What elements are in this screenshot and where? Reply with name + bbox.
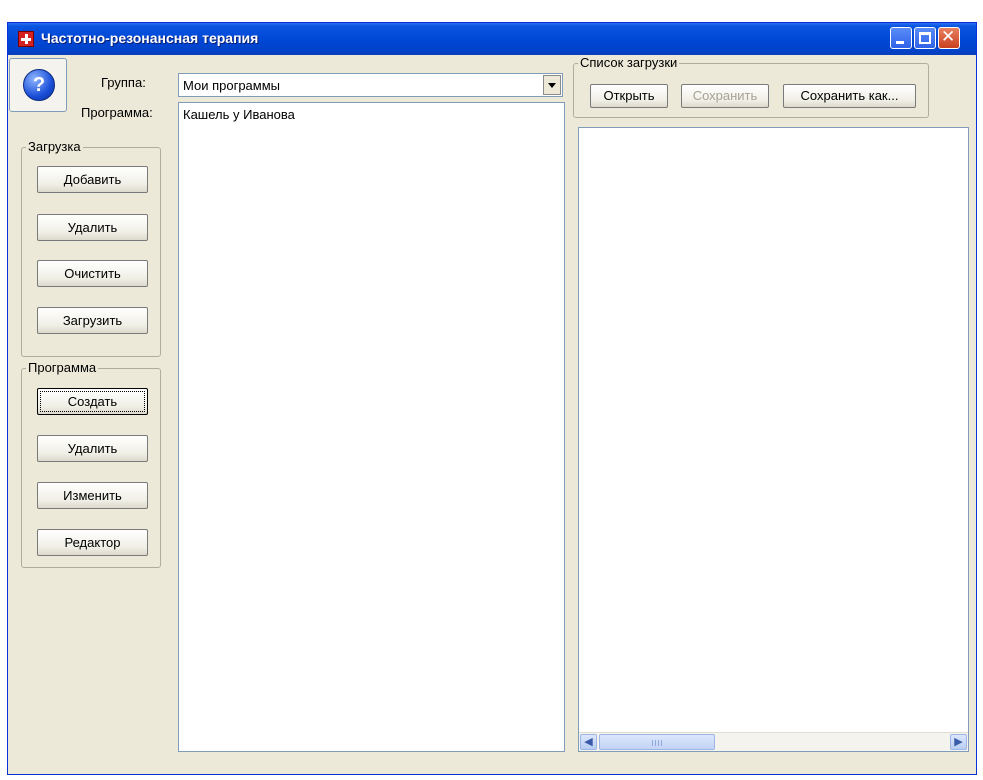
scroll-left-icon[interactable]: ◀ — [580, 734, 597, 750]
create-button[interactable]: Создать — [37, 388, 148, 415]
maximize-button[interactable] — [914, 27, 936, 49]
maximize-icon — [919, 32, 931, 44]
group-label: Группа: — [101, 75, 146, 90]
program-list[interactable]: Кашель у Иванова — [178, 102, 565, 752]
editor-button[interactable]: Редактор — [37, 529, 148, 556]
program-list-item[interactable]: Кашель у Иванова — [183, 107, 295, 122]
window-title: Частотно-резонансная терапия — [41, 30, 259, 46]
minimize-icon — [896, 41, 904, 44]
load-group-title: Загрузка — [26, 139, 83, 154]
program-group-title: Программа — [26, 360, 99, 375]
scrollbar-thumb[interactable] — [599, 734, 715, 750]
remove-from-load-button[interactable]: Удалить — [37, 214, 148, 241]
program-label: Программа: — [81, 105, 153, 120]
chevron-down-icon — [548, 83, 556, 88]
delete-program-button[interactable]: Удалить — [37, 435, 148, 462]
save-button[interactable]: Сохранить — [681, 84, 769, 108]
close-button[interactable]: ✕ — [938, 27, 960, 49]
title-bar[interactable]: Частотно-резонансная терапия ✕ — [8, 23, 976, 55]
help-button[interactable]: ? — [9, 58, 67, 112]
grip-icon — [652, 740, 662, 746]
load-button[interactable]: Загрузить — [37, 307, 148, 334]
load-list-title: Список загрузки — [578, 55, 680, 70]
open-button[interactable]: Открыть — [590, 84, 668, 108]
app-window: Частотно-резонансная терапия ✕ ? Группа:… — [7, 22, 977, 775]
close-icon: ✕ — [941, 27, 956, 47]
horizontal-scrollbar[interactable]: ◀ ▶ — [579, 732, 968, 751]
group-select-value: Мои программы — [183, 78, 280, 93]
group-select[interactable]: Мои программы — [178, 73, 563, 97]
clear-button[interactable]: Очистить — [37, 260, 148, 287]
edit-button[interactable]: Изменить — [37, 482, 148, 509]
minimize-button[interactable] — [890, 27, 912, 49]
group-dropdown-button[interactable] — [543, 75, 561, 95]
scroll-right-icon[interactable]: ▶ — [950, 734, 967, 750]
help-icon: ? — [23, 69, 55, 101]
add-button[interactable]: Добавить — [37, 166, 148, 193]
red-cross-icon[interactable] — [18, 31, 34, 47]
load-list-panel[interactable]: ◀ ▶ — [578, 127, 969, 752]
save-as-button[interactable]: Сохранить как... — [783, 84, 916, 108]
